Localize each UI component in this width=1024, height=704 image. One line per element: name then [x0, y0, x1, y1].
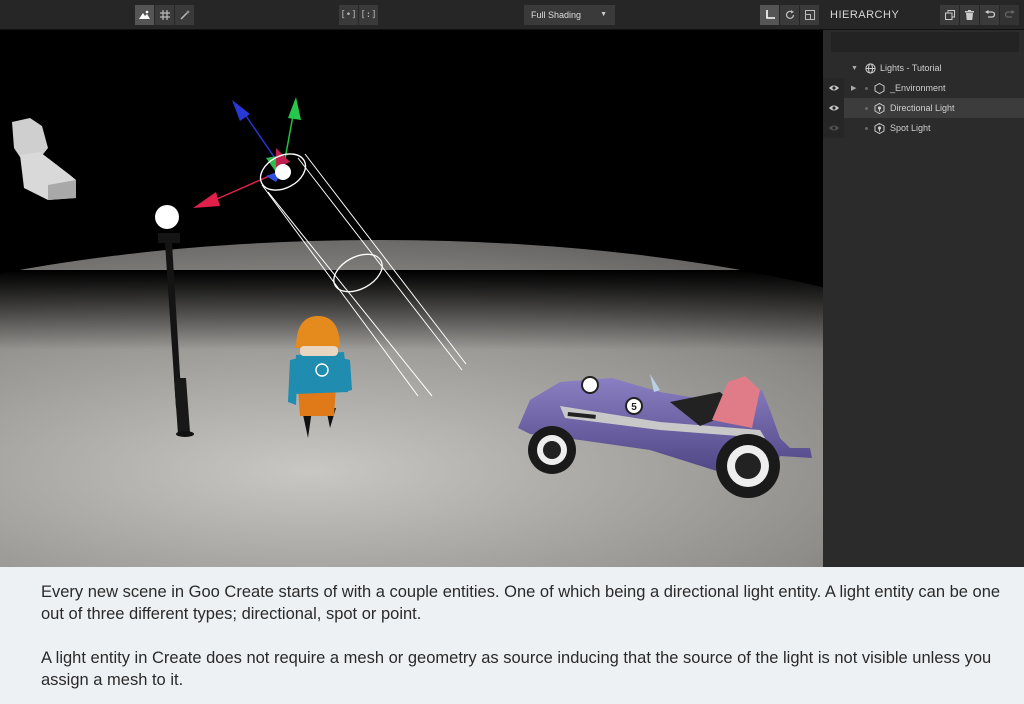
- tree-item-label: _Environment: [890, 83, 946, 93]
- hierarchy-header: HIERARCHY: [823, 0, 1024, 30]
- bullet-dot: [865, 107, 868, 110]
- transform-tools-group: [760, 5, 819, 25]
- grid-icon[interactable]: [155, 5, 174, 25]
- frame-selected-icon[interactable]: [•]: [339, 5, 358, 25]
- bullet-dot: [865, 87, 868, 90]
- eye-hidden-icon[interactable]: [829, 124, 839, 132]
- eye-icon[interactable]: [829, 104, 839, 112]
- light-entity-icon: [874, 122, 885, 134]
- frame-tools-group: [•] [:]: [339, 5, 378, 25]
- caption-paragraph-1: Every new scene in Goo Create starts of …: [41, 583, 1001, 623]
- redo-icon[interactable]: [1000, 5, 1019, 25]
- scale-icon[interactable]: [800, 5, 819, 25]
- magic-wand-icon[interactable]: [175, 5, 194, 25]
- globe-icon: [865, 62, 876, 74]
- tree-item-label: Spot Light: [890, 123, 931, 133]
- collapse-arrow-icon[interactable]: ▶: [851, 84, 856, 92]
- hierarchy-search-row: [823, 30, 1024, 54]
- tree-item-spot-light[interactable]: Spot Light: [823, 118, 1024, 138]
- shading-select[interactable]: Full Shading ▼: [524, 5, 615, 25]
- translate-icon[interactable]: [760, 5, 779, 25]
- bullet-dot: [865, 127, 868, 130]
- tree-item-label: Lights - Tutorial: [880, 63, 942, 73]
- car-number: 5: [631, 402, 637, 413]
- hierarchy-panel: HIERARCHY ▼ Lights - Tutorial ▶ _Environ…: [823, 0, 1024, 567]
- tree-item-directional-light[interactable]: Directional Light: [823, 98, 1024, 118]
- view-tools-group: [135, 5, 194, 25]
- light-entity-icon: [874, 102, 885, 114]
- scene-canvas[interactable]: 5: [0, 30, 823, 567]
- tree-item-scene-root[interactable]: ▼ Lights - Tutorial: [823, 58, 1024, 78]
- hierarchy-title: HIERARCHY: [830, 9, 900, 21]
- frame-all-icon[interactable]: [:]: [359, 5, 378, 25]
- scene-viewport[interactable]: 5: [0, 30, 823, 567]
- landscape-icon[interactable]: [135, 5, 154, 25]
- rotate-icon[interactable]: [780, 5, 799, 25]
- shading-select-value: Full Shading: [531, 10, 582, 20]
- trash-icon[interactable]: [960, 5, 979, 25]
- hierarchy-search-input[interactable]: [831, 32, 1019, 52]
- duplicate-icon[interactable]: [940, 5, 959, 25]
- tree-item-environment[interactable]: ▶ _Environment: [823, 78, 1024, 98]
- hexagon-icon: [874, 82, 885, 94]
- caption-paragraph-2: A light entity in Create does not requir…: [41, 649, 992, 689]
- undo-icon[interactable]: [980, 5, 999, 25]
- caret-down-icon: ▼: [600, 11, 607, 18]
- hierarchy-tree: ▼ Lights - Tutorial ▶ _Environment Direc…: [823, 58, 1024, 138]
- hierarchy-tools: [940, 5, 1019, 25]
- expand-arrow-icon[interactable]: ▼: [851, 65, 858, 72]
- eye-icon[interactable]: [829, 84, 839, 92]
- tutorial-caption: Every new scene in Goo Create starts of …: [0, 567, 1024, 704]
- armchair-object[interactable]: [12, 118, 76, 200]
- viewport-toolbar: [•] [:] Full Shading ▼: [0, 0, 823, 30]
- tree-item-label: Directional Light: [890, 103, 955, 113]
